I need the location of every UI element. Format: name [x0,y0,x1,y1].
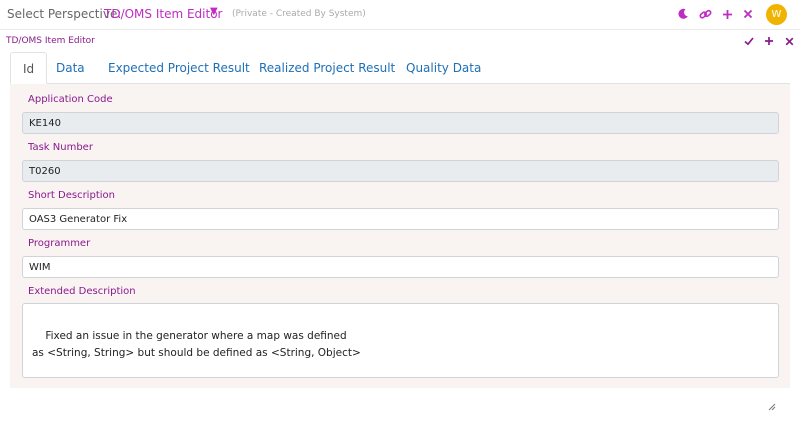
tab-realized-project-result[interactable]: Realized Project Result [247,52,407,84]
extended-description-text: Fixed an issue in the generator where a … [32,330,361,359]
panel-title: TD/OMS Item Editor [6,36,95,46]
plus-icon[interactable] [764,34,774,48]
programmer-label: Programmer [28,238,91,249]
tab-quality-data[interactable]: Quality Data [394,52,493,84]
short-description-label: Short Description [28,190,115,201]
application-code-label: Application Code [28,94,113,105]
perspective-select[interactable]: TD/OMS Item Editor [104,7,223,21]
close-icon[interactable] [784,34,794,48]
close-icon[interactable] [741,7,755,21]
task-number-field: T0260 [22,160,779,182]
avatar[interactable]: W [766,4,787,25]
task-number-label: Task Number [28,142,93,153]
tab-expected-project-result[interactable]: Expected Project Result [96,52,262,84]
moon-icon[interactable] [676,7,690,21]
top-bar: Select Perspective: TD/OMS Item Editor ▼… [0,0,800,30]
form-area: Application Code KE140 Task Number T0260… [10,84,790,411]
resize-grip-icon[interactable] [767,366,776,411]
link-icon[interactable] [698,7,712,21]
check-icon[interactable] [744,34,754,48]
chevron-down-icon[interactable]: ▼ [210,6,218,17]
application-code-field: KE140 [22,112,779,134]
panel-actions [744,34,794,48]
plus-icon[interactable] [720,7,734,21]
tab-data[interactable]: Data [44,52,97,84]
tab-id[interactable]: Id [10,52,48,84]
programmer-field[interactable]: WIM [22,256,779,278]
tab-bar: Id Data Expected Project Result Realized… [10,52,790,84]
extended-description-field[interactable]: Fixed an issue in the generator where a … [22,303,779,411]
extended-description-label: Extended Description [28,286,136,297]
perspective-note: (Private - Created By System) [232,9,366,19]
short-description-field[interactable]: OAS3 Generator Fix [22,208,779,230]
